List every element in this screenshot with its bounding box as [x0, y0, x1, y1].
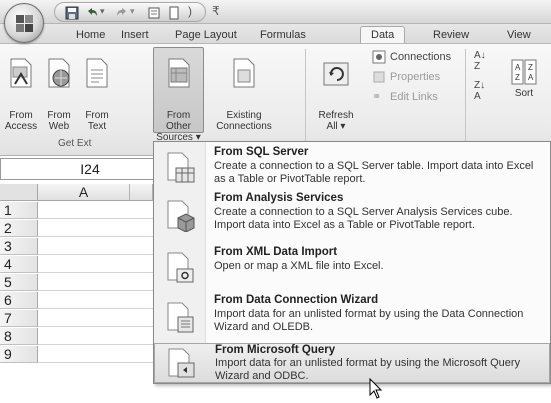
save-icon[interactable] — [65, 6, 79, 20]
menu-item-from-sql-server[interactable]: From SQL Server Create a connection to a… — [154, 146, 550, 190]
customize-qat-icon[interactable]: ₹ — [212, 4, 220, 18]
sort-descending-button[interactable]: Z↓ A — [474, 80, 485, 102]
from-other-sources-label: From Other Sources ▾ — [156, 110, 201, 143]
svg-text:Z: Z — [528, 63, 533, 72]
row-header[interactable]: 4 — [0, 256, 38, 273]
undo-dropdown-icon[interactable]: ▾ — [100, 6, 105, 17]
menu-item-title: From Data Connection Wizard — [214, 294, 379, 306]
menu-item-title: From SQL Server — [214, 146, 309, 158]
from-other-sources-menu: From SQL Server Create a connection to a… — [153, 141, 551, 384]
existing-connections-button[interactable]: Existing Connections — [208, 48, 280, 136]
edit-links-button[interactable]: ⚭ Edit Links — [372, 88, 438, 106]
web-globe-icon — [48, 58, 70, 88]
redo-icon[interactable] — [115, 6, 129, 20]
group-separator — [465, 49, 466, 149]
text-file-icon — [86, 58, 108, 88]
from-other-sources-button[interactable]: From Other Sources ▾ — [153, 48, 204, 143]
row-header[interactable]: 2 — [0, 220, 38, 237]
sort-dialog-icon: A Z Z A — [511, 59, 537, 85]
menu-item-title: From Analysis Services — [214, 192, 344, 204]
menu-item-description: Import data for an unlisted format by us… — [214, 308, 524, 333]
office-logo-icon — [16, 15, 33, 32]
from-access-button[interactable]: From Access — [2, 48, 40, 136]
data-connection-wizard-icon — [167, 302, 194, 333]
row-header[interactable]: 1 — [0, 202, 38, 219]
office-button[interactable] — [4, 3, 44, 43]
access-db-icon — [10, 58, 32, 88]
analysis-services-cube-icon — [167, 200, 195, 232]
row-header[interactable]: 7 — [0, 310, 38, 327]
group-separator — [305, 49, 306, 149]
row-header[interactable]: 3 — [0, 238, 38, 255]
properties-button[interactable]: Properties — [372, 68, 440, 86]
sort-za-icon: Z↓ A — [474, 80, 486, 102]
connections-button[interactable]: Connections — [372, 48, 451, 66]
menu-item-description: Open or map a XML file into Excel. — [214, 260, 384, 272]
ribbon-tab-row: Home Insert Page Layout Formulas Data Re… — [0, 24, 551, 45]
mouse-pointer-icon — [369, 378, 383, 399]
print-preview-icon[interactable] — [147, 6, 161, 20]
from-text-button[interactable]: From Text — [78, 48, 116, 136]
close-paren-glyph: ) — [188, 4, 192, 18]
svg-text:Z: Z — [515, 73, 520, 82]
menu-item-description: Create a connection to a SQL Server tabl… — [214, 160, 534, 185]
menu-item-from-analysis-services[interactable]: From Analysis Services Create a connecti… — [154, 192, 550, 246]
column-header-a[interactable]: A — [38, 184, 130, 201]
tab-insert[interactable]: Insert — [121, 29, 149, 41]
sort-ascending-button[interactable]: A↓ Z — [474, 50, 486, 72]
row-header[interactable]: 6 — [0, 292, 38, 309]
svg-text:A: A — [515, 63, 521, 72]
refresh-all-label: Refresh All ▾ — [318, 110, 354, 132]
menu-item-title: From XML Data Import — [214, 246, 338, 258]
document-icon[interactable] — [167, 6, 181, 20]
other-sources-icon — [168, 58, 189, 88]
tab-view[interactable]: View — [507, 29, 531, 41]
refresh-all-button[interactable]: Refresh All ▾ — [312, 48, 360, 136]
menu-item-from-data-connection-wizard[interactable]: From Data Connection Wizard Import data … — [154, 294, 550, 340]
from-text-label: From Text — [85, 110, 109, 132]
refresh-icon — [323, 62, 349, 86]
column-header-b[interactable] — [130, 184, 153, 201]
quick-access-toolbar: ▾ ▾ ) — [54, 2, 206, 22]
menu-item-title: From Microsoft Query — [215, 344, 336, 356]
row-header[interactable]: 9 — [0, 346, 38, 363]
menu-item-from-microsoft-query[interactable]: From Microsoft Query Import data for an … — [154, 343, 550, 383]
sort-button[interactable]: A Z Z A Sort — [500, 48, 548, 136]
menu-item-from-xml-data-import[interactable]: From XML Data Import Open or map a XML f… — [154, 246, 550, 290]
from-web-button[interactable]: From Web — [40, 48, 78, 136]
connections-small-icon — [372, 50, 386, 64]
sort-label: Sort — [514, 88, 534, 99]
existing-connections-label: Existing Connections — [216, 110, 272, 132]
get-external-data-group-label: Get Ext — [58, 138, 92, 149]
row-header[interactable]: 5 — [0, 274, 38, 291]
menu-item-description: Create a connection to a SQL Server Anal… — [214, 206, 513, 231]
undo-icon[interactable] — [85, 6, 99, 20]
tab-formulas[interactable]: Formulas — [260, 29, 306, 41]
from-access-label: From Access — [4, 110, 38, 132]
tab-home[interactable]: Home — [76, 29, 105, 41]
tab-review[interactable]: Review — [433, 29, 469, 41]
xml-import-icon — [167, 252, 194, 283]
microsoft-query-icon — [168, 348, 195, 378]
row-header[interactable]: 8 — [0, 328, 38, 345]
connections-icon — [233, 58, 255, 88]
select-all-corner[interactable] — [0, 184, 38, 201]
tab-page-layout[interactable]: Page Layout — [175, 29, 237, 41]
ribbon-data: From Access From Web From Text From Othe… — [0, 43, 551, 156]
redo-dropdown-icon[interactable]: ▾ — [130, 6, 135, 17]
sql-server-table-icon — [167, 152, 195, 183]
sort-az-icon: A↓ Z — [474, 50, 486, 72]
from-web-label: From Web — [47, 110, 71, 132]
svg-text:A: A — [528, 73, 534, 82]
properties-icon — [373, 71, 385, 83]
link-chain-icon: ⚭ — [372, 91, 382, 103]
